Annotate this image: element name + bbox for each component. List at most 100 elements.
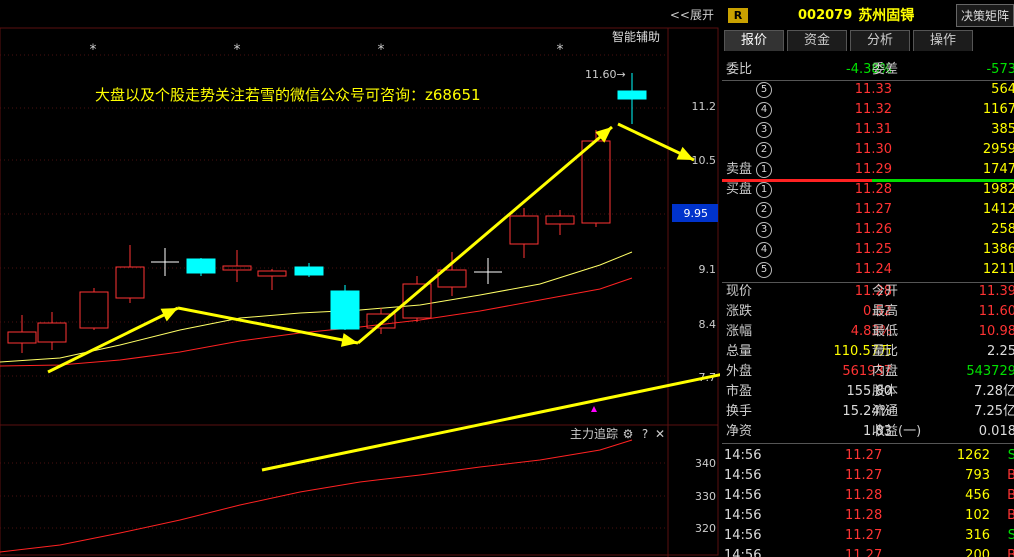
buy-price: 11.26 [854,222,892,237]
stat-label: 净资 [726,424,753,439]
level-badge: 2 [756,142,772,158]
tab-analysis[interactable]: 分析 [850,30,910,51]
help-icon: ? [642,427,648,441]
buy-level-row[interactable]: 4 11.25 1386 [722,240,1014,260]
stat-label: 市盈 [726,384,753,399]
tick-time: 14:56 [724,508,762,523]
sell-price: 11.33 [854,82,892,97]
sell-level-row[interactable]: 3 11.31 385 [722,120,1014,140]
stock-name: 苏州固锝 [858,8,915,24]
price-axis-label: 8.4 [699,318,717,331]
sub-axis-label: 330 [695,490,716,503]
sell-volume: 2959 [982,142,1014,157]
buy-level-row[interactable]: 2 11.27 1412 [722,200,1014,220]
buy-level-row[interactable]: 3 11.26 258 [722,220,1014,240]
stat-value: 7.25亿 [974,404,1014,419]
tick-time: 14:56 [724,468,762,483]
stat-label: 现价 [726,284,753,299]
price-axis-label: 10.5 [692,154,717,167]
candle-body [509,215,539,245]
sell-price: 11.32 [854,102,892,117]
level-badge: 1 [756,162,772,178]
weicha-value: -573 [986,62,1014,77]
buy-price: 11.24 [854,262,892,277]
buy-level-row[interactable]: 5 11.24 1211 [722,260,1014,280]
sell-label: 卖盘 [726,162,753,177]
sell-price: 11.29 [854,162,892,177]
stat-label: 涨跌 [726,304,753,319]
buy-level-row[interactable]: 买盘 1 11.28 1982 [722,180,1014,200]
tick-volume: 793 [965,468,990,483]
stock-code: 002079 [798,7,853,23]
stat-label: 涨幅 [726,324,753,339]
buy-label: 买盘 [726,182,753,197]
tick-flag: S [1007,528,1014,543]
stat-label: 总量 [726,344,753,359]
level-badge: 4 [756,242,772,258]
weicha-label: 委差 [872,62,899,77]
sell-level-row[interactable]: 5 11.33 564 [722,80,1014,100]
tick-price: 11.28 [845,508,883,523]
tick-row: 14:56 11.27 316 S [722,526,1014,546]
stat-value: 11.39 [978,284,1014,299]
tick-row: 14:56 11.28 102 B [722,506,1014,526]
smart-assist-label[interactable]: 智能辅助 [612,29,660,44]
sell-price: 11.31 [854,122,892,137]
candle-body [330,290,360,330]
r-badge: R [728,7,748,23]
tick-flag: B [1007,548,1014,557]
stat-label: 内盘 [872,364,899,379]
level-badge: 4 [756,102,772,118]
sell-level-row[interactable]: 卖盘 1 11.29 1747 [722,160,1014,180]
stat-row: 涨幅 4.83% 最低 10.98 [722,322,1014,342]
kline-chart[interactable]: * * * * 智能辅助 大盘以及个股走势关注若雪的微信公众号可咨询：z68651 11.6… [0,0,720,557]
tick-price: 11.27 [845,528,883,543]
stat-label: 外盘 [726,364,753,379]
tab-quote[interactable]: 报价 [724,30,784,51]
candle-body [545,215,575,225]
star-marker: * [90,42,97,58]
gear-icon: ⚙ [623,427,634,441]
level-badge: 3 [756,122,772,138]
stat-row: 净资 1.83 收益(一) 0.018 [722,422,1014,442]
stat-row: 换手 15.24% 流通 7.25亿 [722,402,1014,422]
candle-body [7,331,37,344]
stat-row: 市盈 155.80 股本 7.28亿 [722,382,1014,402]
candle-body [37,322,67,343]
tick-flag: S [1007,448,1014,463]
decision-matrix-button[interactable]: 决策矩阵 [955,3,1014,27]
tick-price: 11.27 [845,548,883,557]
level-badge: 1 [756,182,772,198]
sell-level-row[interactable]: 4 11.32 1167 [722,100,1014,120]
stat-label: 最低 [872,324,899,339]
tab-operate[interactable]: 操作 [913,30,973,51]
stat-label: 收益(一) [872,424,922,439]
expand-button[interactable]: <<展开 [670,6,714,23]
tick-volume: 102 [965,508,990,523]
stat-row: 现价 11.28 今开 11.39 [722,282,1014,302]
tick-row: 14:56 11.27 793 B [722,466,1014,486]
stat-label: 流通 [872,404,899,419]
level-badge: 5 [756,82,772,98]
sub-axis-label: 320 [695,522,716,535]
tick-time: 14:56 [724,528,762,543]
tick-price: 11.27 [845,448,883,463]
tick-price: 11.28 [845,488,883,503]
annotation-arrow [47,306,179,374]
stat-row: 涨跌 0.52 最高 11.60 [722,302,1014,322]
sell-volume: 385 [991,122,1014,137]
tick-flag: B [1007,488,1014,503]
weibi-row: 委比 -4.38% 委差 -573 [722,60,1014,80]
stat-label: 换手 [726,404,753,419]
candle-body [294,266,324,276]
sell-volume: 564 [991,82,1014,97]
sell-level-row[interactable]: 2 11.30 2959 [722,140,1014,160]
buy-price: 11.25 [854,242,892,257]
tick-time: 14:56 [724,548,762,557]
candle-body [257,270,287,277]
sub-axis-label: 340 [695,457,716,470]
tab-funds[interactable]: 资金 [787,30,847,51]
candle-body [79,291,109,329]
tick-volume: 456 [965,488,990,503]
panel-tabs: 报价 资金 分析 操作 [724,30,1014,52]
